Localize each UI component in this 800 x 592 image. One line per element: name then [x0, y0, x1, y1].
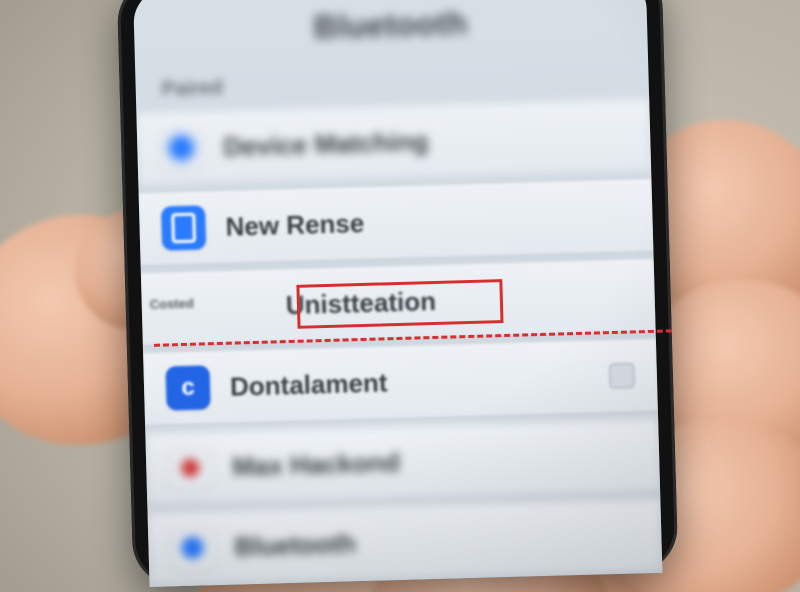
list-item[interactable]: New Rense — [139, 178, 654, 266]
red-dot-icon — [168, 445, 213, 490]
list-item-label: Bluetooth — [234, 528, 356, 562]
photo-scene: Bluetooth Paired Device Matching New Ren… — [0, 0, 800, 592]
phone-icon: c — [165, 365, 210, 410]
radio-dot-icon — [159, 125, 204, 170]
row-control[interactable] — [609, 362, 636, 389]
list-item-label: Max Hackond — [232, 447, 400, 483]
side-label: Costed — [150, 296, 194, 312]
device-icon — [161, 205, 206, 250]
list-item-label: Dontalament — [230, 367, 388, 402]
list-item-highlighted[interactable]: Costed Unistteation — [141, 258, 656, 346]
list-item-label: Unistteation — [285, 285, 436, 320]
blue-dot-icon — [170, 525, 215, 570]
list-item-label: Device Matching — [223, 126, 429, 163]
list-item-label: New Rense — [225, 207, 365, 242]
list-item[interactable]: Device Matching — [136, 98, 651, 186]
phone-screen: Bluetooth Paired Device Matching New Ren… — [133, 0, 662, 587]
list-item[interactable]: c Dontalament — [143, 338, 658, 426]
phone: Bluetooth Paired Device Matching New Ren… — [117, 0, 679, 587]
list-item[interactable]: Max Hackond — [145, 418, 660, 506]
list-item[interactable]: Bluetooth — [148, 498, 663, 586]
